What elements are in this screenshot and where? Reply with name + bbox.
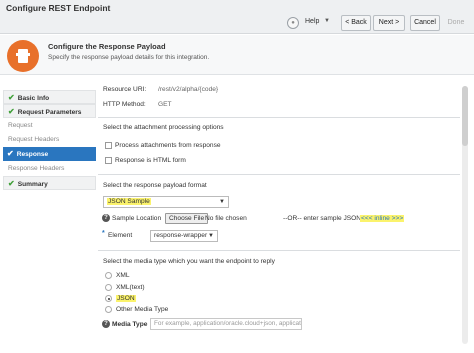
- element-value: response-wrapper: [154, 232, 208, 239]
- media-other-label: Other Media Type: [116, 306, 169, 313]
- sidebar-item-summary[interactable]: ✔ Summary: [3, 176, 96, 190]
- payload-format-select[interactable]: JSON Sample ▼: [103, 196, 229, 208]
- chevron-down-icon[interactable]: ▼: [324, 18, 330, 24]
- title-bar: Configure REST Endpoint ● Help ▼ < Back …: [0, 0, 474, 34]
- media-type-input[interactable]: For example, application/oracle.cloud+js…: [150, 318, 302, 330]
- check-icon: ✔: [8, 179, 15, 188]
- payload-format-title: Select the response payload format: [103, 182, 207, 189]
- help-icon[interactable]: ?: [102, 320, 110, 328]
- payload-format-value: JSON Sample: [107, 198, 151, 205]
- resource-uri-label: Resource URI:: [103, 86, 147, 93]
- page-subtitle: Specify the response payload details for…: [48, 54, 210, 61]
- help-icon[interactable]: ?: [102, 214, 110, 222]
- media-xml-label: XML: [116, 272, 130, 279]
- rest-endpoint-icon: [7, 40, 39, 72]
- resource-uri-value: /rest/v2/alpha/{code}: [158, 86, 219, 93]
- media-other-radio[interactable]: [105, 306, 112, 313]
- sidebar-item-request-parameters[interactable]: ✔ Request Parameters: [3, 104, 96, 118]
- sidebar-item-request-headers[interactable]: Request Headers: [3, 133, 96, 147]
- media-json-label: JSON: [116, 295, 136, 302]
- no-file-text: No file chosen: [205, 215, 247, 222]
- chevron-down-icon: ▼: [208, 233, 214, 239]
- media-xml-text-label: XML(text): [116, 284, 145, 291]
- done-button[interactable]: Done: [443, 15, 469, 31]
- sidebar-item-response[interactable]: ✔ Response: [3, 147, 96, 161]
- process-attachments-label: Process attachments from response: [115, 142, 221, 149]
- sidebar-item-response-headers[interactable]: Response Headers: [3, 162, 96, 176]
- check-icon: ✔: [8, 93, 15, 102]
- back-button[interactable]: < Back: [341, 15, 371, 31]
- page-header: Configure the Response Payload Specify t…: [0, 35, 474, 75]
- media-type-label: Media Type: [112, 321, 148, 328]
- window-title: Configure REST Endpoint: [6, 3, 111, 13]
- response-html-checkbox[interactable]: [105, 157, 112, 164]
- user-icon[interactable]: ●: [287, 17, 299, 29]
- choose-file-button[interactable]: Choose File: [165, 213, 209, 224]
- element-label: Element: [108, 232, 133, 239]
- divider: [98, 117, 460, 118]
- chevron-down-icon: ▼: [219, 199, 225, 205]
- required-marker: *: [102, 230, 105, 237]
- http-method-value: GET: [158, 101, 172, 108]
- sample-location-label: Sample Location: [112, 215, 162, 222]
- cancel-button[interactable]: Cancel: [410, 15, 440, 31]
- media-type-title: Select the media type which you want the…: [103, 258, 275, 265]
- media-json-radio[interactable]: [105, 295, 112, 302]
- divider: [98, 174, 460, 175]
- http-method-label: HTTP Method:: [103, 101, 146, 108]
- page-title: Configure the Response Payload: [48, 42, 166, 51]
- sidebar-item-basic-info[interactable]: ✔ Basic Info: [3, 90, 96, 104]
- inline-link[interactable]: <<< inline >>>: [360, 215, 405, 222]
- help-menu[interactable]: Help: [305, 18, 319, 25]
- next-button[interactable]: Next >: [373, 15, 405, 31]
- divider: [98, 250, 460, 251]
- check-icon: ✔: [7, 149, 14, 158]
- media-xml-radio[interactable]: [105, 272, 112, 279]
- check-icon: ✔: [8, 107, 15, 116]
- response-html-label: Response is HTML form: [115, 157, 186, 164]
- attachment-section-title: Select the attachment processing options: [103, 124, 224, 131]
- or-enter-json-text: --OR-- enter sample JSON: [283, 215, 362, 222]
- scrollbar-thumb[interactable]: [462, 86, 468, 146]
- sidebar-item-request[interactable]: Request: [3, 119, 96, 133]
- process-attachments-checkbox[interactable]: [105, 142, 112, 149]
- element-select[interactable]: response-wrapper ▼: [150, 230, 218, 242]
- media-xml-text-radio[interactable]: [105, 284, 112, 291]
